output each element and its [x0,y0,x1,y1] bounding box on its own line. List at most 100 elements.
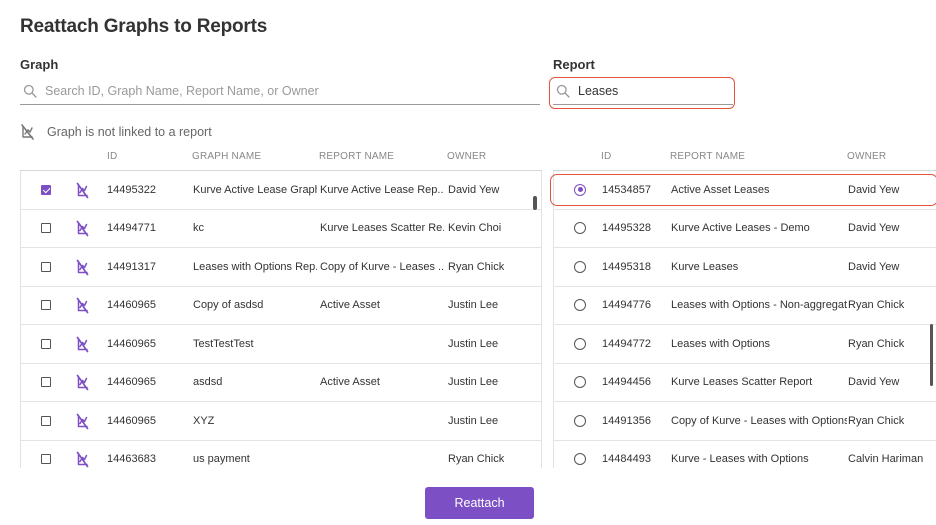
graph-table-body: 14495322 Kurve Active Lease Graph Kurve Ac… [21,171,541,468]
graph-scrollbar[interactable] [533,196,537,210]
graph-name-cell: Copy of asdsd [193,299,264,312]
graph-id-cell: 14491317 [107,260,156,273]
unlinked-graph-icon [76,258,89,276]
search-icon [23,84,37,98]
report-id-cell: 14495328 [602,222,651,235]
graph-id-cell: 14495322 [107,183,156,196]
graph-name-cell: asdsd [193,376,223,389]
unlinked-legend: Graph is not linked to a report [20,123,212,140]
unlinked-legend-text: Graph is not linked to a report [47,124,212,139]
report-table-body: 14534857 Active Asset Leases David Yew 1449… [554,171,936,468]
row-checkbox[interactable] [41,223,51,234]
unlinked-graph-icon [76,220,89,237]
report-owner-cell: Ryan Chick [848,299,905,312]
report-owner-cell: Ryan Chick [848,337,905,350]
graph-name-cell: XYZ [193,414,215,427]
report-table-row[interactable]: 14495318 Kurve Leases David Yew [554,248,936,287]
graph-owner-cell: David Yew [448,183,500,196]
graph-id-cell: 14460965 [107,299,156,312]
report-table-row[interactable]: 14494772 Leases with Options Ryan Chick [554,325,936,364]
graph-search-input[interactable]: Search ID, Graph Name, Report Name, or O… [20,77,540,105]
graph-report-name-cell: Kurve Active Lease Rep... [320,183,444,196]
graph-table-row[interactable]: 14460965 XYZ Justin Lee [21,402,541,441]
graph-table-row[interactable]: 14460965 Copy of asdsd Active Asset Justin … [21,287,541,325]
report-col-id[interactable]: ID [601,151,611,162]
row-checkbox[interactable] [41,377,51,388]
row-checkbox[interactable] [41,261,51,272]
graph-col-id[interactable]: ID [107,151,117,162]
report-name-cell: Kurve Active Leases - Demo [671,222,810,235]
graph-table-row[interactable]: 14460965 TestTestTest Justin Lee [21,325,541,364]
graph-table-row[interactable]: 14495322 Kurve Active Lease Graph Kurve Ac… [21,171,541,210]
report-table-row[interactable]: 14495328 Kurve Active Leases - Demo David … [554,210,936,248]
report-owner-cell: David Yew [848,260,900,273]
graph-report-name-cell: Kurve Leases Scatter Re... [320,222,444,235]
report-section-label: Report [553,57,595,72]
graph-id-cell: 14463683 [107,453,156,466]
graph-name-cell: TestTestTest [193,337,254,350]
graph-section-label: Graph [20,57,59,72]
report-table-row[interactable]: 14494776 Leases with Options - Non-aggreg… [554,287,936,325]
graph-name-cell: us payment [193,453,250,466]
graph-owner-cell: Justin Lee [448,337,499,350]
report-name-cell: Kurve - Leases with Options [671,453,809,466]
row-checkbox[interactable] [41,338,51,349]
graph-name-cell: Kurve Active Lease Graph [193,183,317,196]
unlinked-graph-icon [76,335,89,353]
row-checkbox[interactable] [41,415,51,426]
report-id-cell: 14494776 [602,299,651,312]
report-name-cell: Leases with Options - Non-aggregate [671,299,847,312]
graph-owner-cell: Justin Lee [448,376,499,389]
report-table-row[interactable]: 14494456 Kurve Leases Scatter Report David… [554,364,936,402]
report-owner-cell: Calvin Hariman [848,453,924,466]
graph-table-row[interactable]: 14463683 us payment Ryan Chick [21,441,541,469]
report-table-row[interactable]: 14491356 Copy of Kurve - Leases with Opti… [554,402,936,441]
selected-row-highlight-box [550,174,936,206]
row-radio[interactable] [574,453,586,466]
graph-search-placeholder: Search ID, Graph Name, Report Name, or O… [45,83,319,98]
graph-id-cell: 14494771 [107,222,156,235]
row-radio[interactable] [574,414,586,427]
graph-name-cell: Leases with Options Rep... [193,260,317,273]
row-radio[interactable] [574,222,586,235]
report-scrollbar[interactable] [930,324,933,386]
report-name-cell: Kurve Leases Scatter Report [671,376,813,389]
report-id-cell: 14491356 [602,414,651,427]
report-owner-cell: David Yew [848,222,900,235]
graph-table-row[interactable]: 14494771 kc Kurve Leases Scatter Re... Kevi… [21,210,541,248]
graph-owner-cell: Kevin Choi [448,222,502,235]
row-checkbox[interactable] [41,454,51,465]
row-checkbox[interactable] [41,300,51,311]
report-table-row[interactable]: 14484493 Kurve - Leases with Options Calvi… [554,441,936,469]
row-radio[interactable] [574,337,586,350]
graph-id-cell: 14460965 [107,414,156,427]
graph-id-cell: 14460965 [107,376,156,389]
report-col-owner[interactable]: OWNER [847,151,886,162]
graph-table-row[interactable]: 14460965 asdsd Active Asset Justin Lee [21,364,541,402]
graph-table-row[interactable]: 14491317 Leases with Options Rep... Copy o… [21,248,541,287]
row-checkbox[interactable] [41,184,51,195]
reattach-button[interactable]: Reattach [425,487,534,519]
search-highlight-box [549,77,735,109]
report-id-cell: 14494456 [602,376,651,389]
graph-col-report-name[interactable]: REPORT NAME [319,151,394,162]
graph-owner-cell: Ryan Chick [448,260,505,273]
report-id-cell: 14484493 [602,453,651,466]
report-owner-cell: Ryan Chick [848,414,905,427]
report-table: 14534857 Active Asset Leases David Yew 1449… [553,170,936,468]
graph-owner-cell: Justin Lee [448,414,499,427]
graph-name-cell: kc [193,222,204,235]
row-radio[interactable] [574,376,586,389]
unlinked-graph-icon [76,181,89,199]
graph-col-owner[interactable]: OWNER [447,151,486,162]
report-col-report-name[interactable]: REPORT NAME [670,151,745,162]
row-radio[interactable] [574,299,586,312]
report-name-cell: Kurve Leases [671,260,739,273]
report-id-cell: 14494772 [602,337,651,350]
unlinked-graph-icon [76,297,89,314]
unlinked-graph-icon [21,124,34,140]
graph-report-name-cell: Active Asset [320,376,380,389]
graph-col-graph-name[interactable]: GRAPH NAME [192,151,261,162]
report-id-cell: 14495318 [602,260,651,273]
row-radio[interactable] [574,260,586,273]
